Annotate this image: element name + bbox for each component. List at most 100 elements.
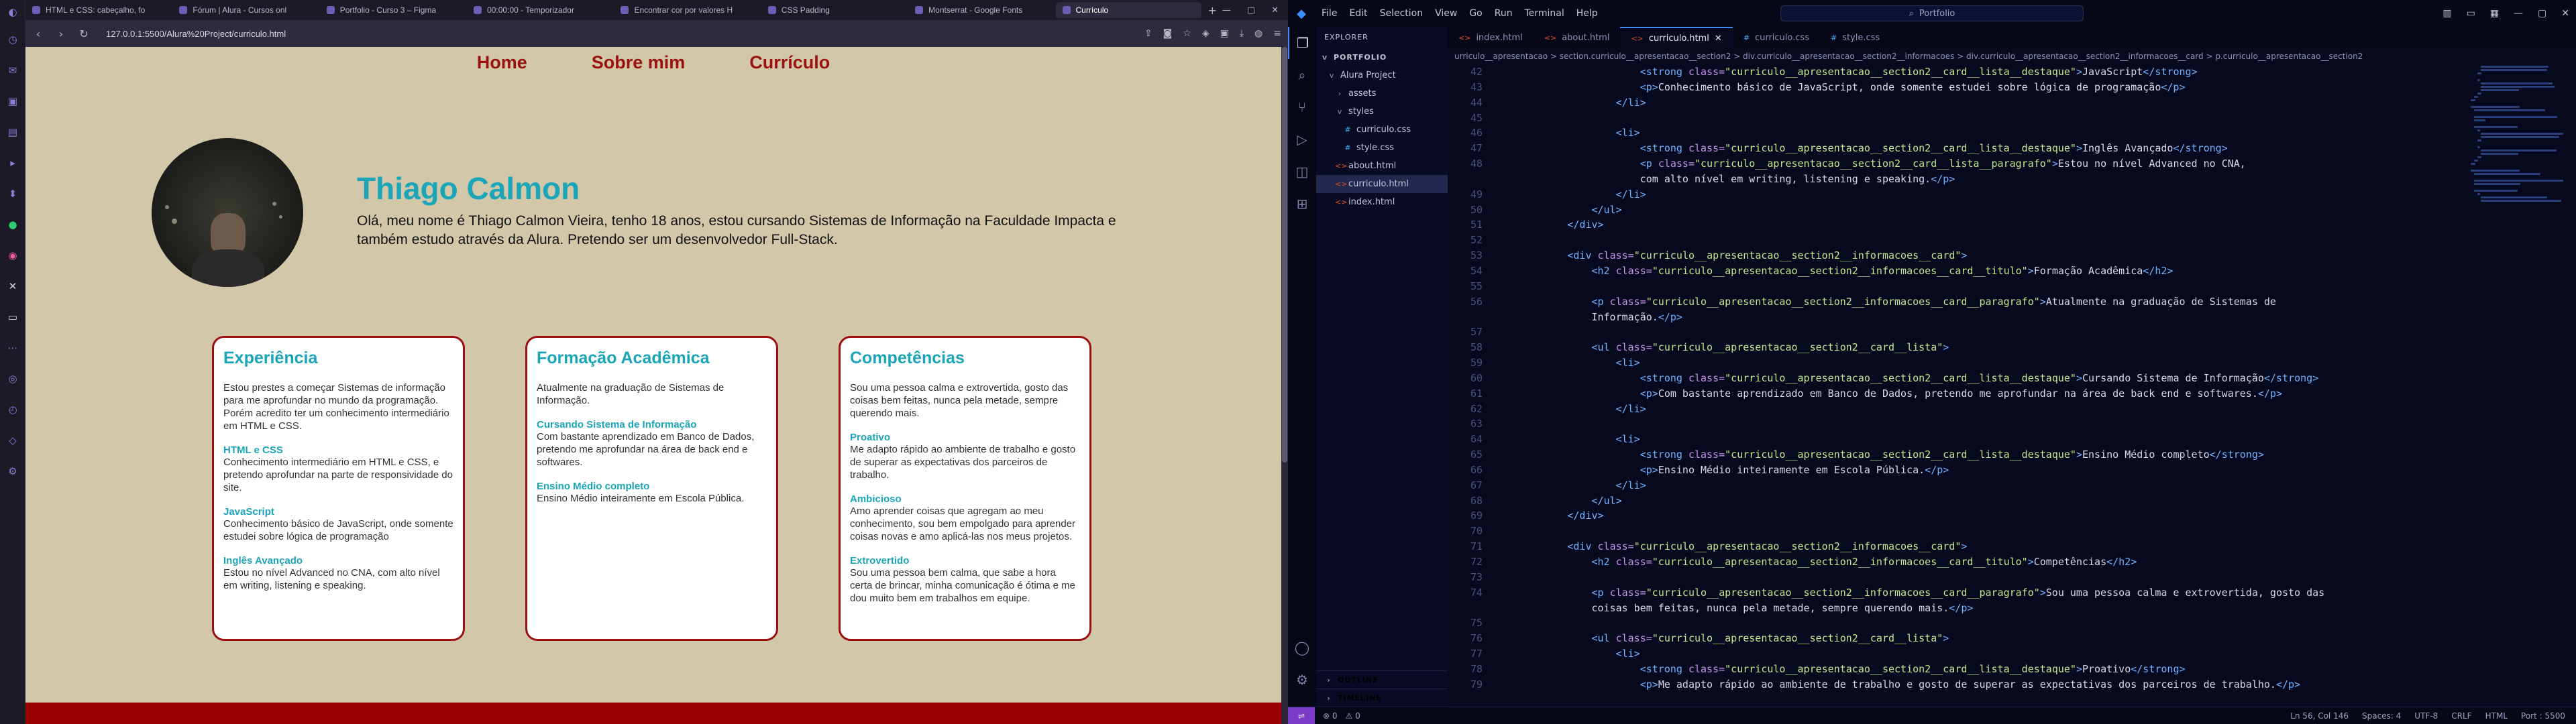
language-mode[interactable]: HTML <box>2485 711 2508 721</box>
code-line[interactable]: 53 <div class="curriculo__apresentacao__s… <box>1448 248 2461 263</box>
clock-icon[interactable]: ◴ <box>0 394 25 425</box>
settings-icon[interactable]: ⚙ <box>0 456 25 487</box>
tree-item-file[interactable]: # curriculo.css <box>1316 121 1448 139</box>
browser-tab[interactable]: Montserrat - Google Fonts <box>908 2 1054 18</box>
cube-icon[interactable]: ◇ <box>0 425 25 456</box>
menu-go[interactable]: Go <box>1469 8 1482 19</box>
minimize-icon[interactable]: — <box>2514 8 2523 19</box>
breadcrumb[interactable]: urriculo__apresentacao > section.curricu… <box>1448 48 2576 64</box>
explorer-icon[interactable]: ❐ <box>1288 27 1316 59</box>
minimize-icon[interactable]: — <box>1222 5 1231 15</box>
spotify-icon[interactable]: ● <box>0 209 25 240</box>
code-line[interactable]: 48 <p class="curriculo__apresentacao__sec… <box>1448 156 2461 172</box>
menu-file[interactable]: File <box>1322 8 1337 19</box>
browser-tab[interactable]: Portfolio - Curso 3 – Figma <box>320 2 466 18</box>
social-icon[interactable]: ▣ <box>0 86 25 117</box>
editor-tab[interactable]: # curriculo.css <box>1733 27 1820 48</box>
menu-selection[interactable]: Selection <box>1380 8 1424 19</box>
code-line[interactable]: 62 </li> <box>1448 402 2461 417</box>
tree-item-folder[interactable]: v styles <box>1316 103 1448 121</box>
menu-edit[interactable]: Edit <box>1349 8 1367 19</box>
browser-tab-active[interactable]: Currículo <box>1055 2 1201 18</box>
code-line[interactable]: 73 <box>1448 570 2461 585</box>
code-line[interactable]: 54 <h2 class="curriculo__apresentacao__se… <box>1448 263 2461 279</box>
layout-icon[interactable]: ▥ <box>2443 8 2451 19</box>
code-line[interactable]: 51 </div> <box>1448 217 2461 233</box>
cursor-position[interactable]: Ln 56, Col 146 <box>2290 711 2349 721</box>
wallet-icon[interactable]: ▣ <box>1220 28 1229 39</box>
code-line[interactable]: 68 </ul> <box>1448 493 2461 509</box>
split-icon[interactable]: ▦ <box>2490 8 2499 19</box>
nav-link-home[interactable]: Home <box>477 52 527 73</box>
bookmark-icon[interactable]: ☆ <box>1183 28 1191 39</box>
profile-icon[interactable]: ◍ <box>1254 28 1263 39</box>
history-icon[interactable]: ◷ <box>0 24 25 55</box>
code-line[interactable]: 61 <p>Com bastante aprendizado em Banco d… <box>1448 386 2461 402</box>
outline-section[interactable]: › OUTLINE <box>1316 670 1448 688</box>
extensions-icon[interactable]: ⊞ <box>1288 188 1316 220</box>
code-line[interactable]: 71 <div class="curriculo__apresentacao__s… <box>1448 539 2461 554</box>
code-line[interactable]: 79 <p>Me adapto rápido ao ambiente de tra… <box>1448 677 2461 692</box>
notes-icon[interactable]: ▤ <box>0 117 25 147</box>
code-line[interactable]: 49 </li> <box>1448 187 2461 202</box>
close-icon[interactable]: ✕ <box>2561 8 2569 19</box>
back-icon[interactable]: ‹ <box>32 27 44 40</box>
player-icon[interactable]: ▸ <box>0 147 25 178</box>
menu-view[interactable]: View <box>1435 8 1457 19</box>
remote-indicator-icon[interactable]: ⇌ <box>1288 707 1315 724</box>
code-line[interactable]: 45 <box>1448 111 2461 126</box>
menu-icon[interactable]: ≡ <box>1273 28 1281 39</box>
code-line[interactable]: 43 <p>Conhecimento básico de JavaScript, … <box>1448 80 2461 95</box>
tree-item-file[interactable]: # style.css <box>1316 139 1448 157</box>
code-line[interactable]: 66 <p>Ensino Médio inteiramente em Escola… <box>1448 463 2461 478</box>
run-debug-icon[interactable]: ▷ <box>1288 123 1316 156</box>
browser-tab[interactable]: HTML e CSS: cabeçalho, fo <box>25 2 171 18</box>
code-line[interactable]: com alto nível em writing, listening e s… <box>1448 172 2461 187</box>
encoding[interactable]: UTF-8 <box>2414 711 2438 721</box>
forward-icon[interactable]: › <box>55 27 67 40</box>
new-tab-icon[interactable]: + <box>1203 4 1222 17</box>
tree-item-file[interactable]: <> about.html <box>1316 157 1448 175</box>
editor-tab-active[interactable]: <> curriculo.html ✕ <box>1620 27 1733 48</box>
line-ending[interactable]: CRLF <box>2451 711 2471 721</box>
code-line[interactable]: 74 <p class="curriculo__apresentacao__sec… <box>1448 585 2461 601</box>
pin-icon[interactable]: ⬍ <box>0 178 25 209</box>
tree-item-file-selected[interactable]: <> curriculo.html <box>1316 175 1448 193</box>
code-line[interactable]: 47 <strong class="curriculo__apresentacao… <box>1448 141 2461 156</box>
tree-item-file[interactable]: <> index.html <box>1316 193 1448 211</box>
share-icon[interactable]: ⇪ <box>1144 28 1152 39</box>
code-line[interactable]: 77 <li> <box>1448 646 2461 662</box>
code-line[interactable]: 78 <strong class="curriculo__apresentacao… <box>1448 662 2461 677</box>
warnings-count[interactable]: ⚠ 0 <box>1346 711 1360 721</box>
browser-logo-icon[interactable]: ◐ <box>0 0 25 24</box>
code-line[interactable]: 55 <box>1448 279 2461 294</box>
remote-icon[interactable]: ◫ <box>1288 156 1316 188</box>
live-server-port[interactable]: Port : 5500 <box>2521 711 2565 721</box>
tree-root[interactable]: v PORTFOLIO <box>1316 48 1448 66</box>
extension-icon[interactable]: ◈ <box>1202 28 1210 39</box>
page-scrollbar[interactable] <box>1281 47 1288 724</box>
code-line[interactable]: 50 </ul> <box>1448 202 2461 218</box>
code-line[interactable]: coisas bem feitas, nunca pela metade, se… <box>1448 601 2461 616</box>
timeline-section[interactable]: › TIMELINE <box>1316 688 1448 707</box>
code-line[interactable]: Informação.</p> <box>1448 310 2461 325</box>
account-icon[interactable]: ◯ <box>1288 631 1316 664</box>
maximize-icon[interactable]: ▢ <box>2538 8 2546 19</box>
nav-link-curriculum[interactable]: Currículo <box>749 52 830 73</box>
x-icon[interactable]: ✕ <box>0 271 25 302</box>
code-line[interactable]: 63 <box>1448 416 2461 432</box>
code-line[interactable]: 44 </li> <box>1448 95 2461 111</box>
menu-terminal[interactable]: Terminal <box>1525 8 1564 19</box>
indentation[interactable]: Spaces: 4 <box>2362 711 2401 721</box>
tree-item-folder[interactable]: › assets <box>1316 84 1448 103</box>
instagram-icon[interactable]: ◉ <box>0 240 25 271</box>
flow-icon[interactable]: ⋯ <box>0 333 25 363</box>
code-line[interactable]: 64 <li> <box>1448 432 2461 447</box>
downloads-icon[interactable]: ⤓ <box>1240 28 1244 39</box>
code-line[interactable]: 52 <box>1448 233 2461 248</box>
code-line[interactable]: 59 <li> <box>1448 355 2461 371</box>
code-editor[interactable]: 42 <strong class="curriculo__apresentacao… <box>1448 64 2461 707</box>
close-tab-icon[interactable]: ✕ <box>1715 34 1722 44</box>
code-line[interactable]: 60 <strong class="curriculo__apresentacao… <box>1448 371 2461 386</box>
code-line[interactable]: 56 <p class="curriculo__apresentacao__sec… <box>1448 294 2461 310</box>
